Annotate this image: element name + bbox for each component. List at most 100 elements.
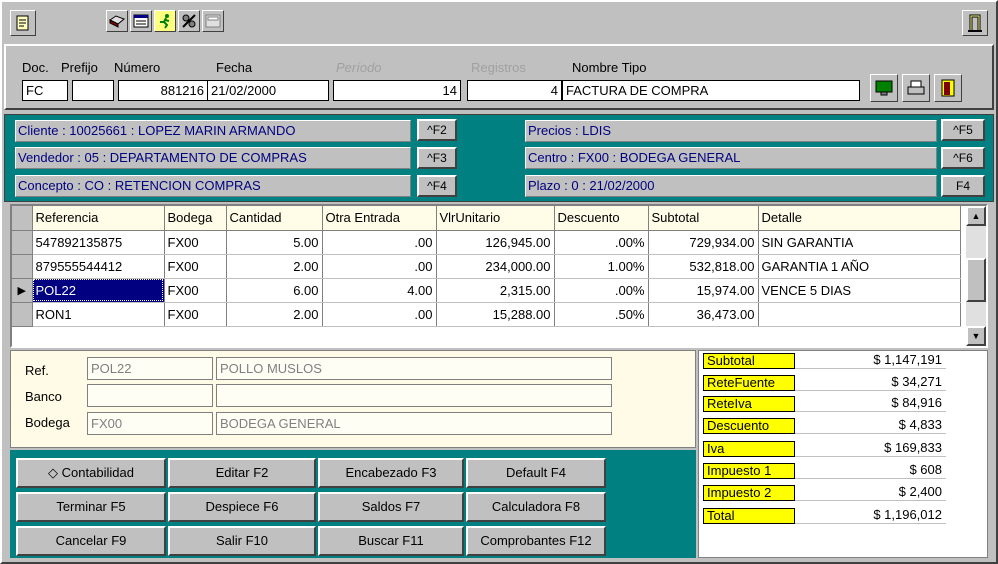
total-label: Subtotal — [703, 353, 795, 369]
f4-plazo-key-button[interactable]: F4 — [941, 175, 985, 197]
cell-descuento[interactable]: .00% — [554, 230, 649, 255]
cell-subtotal[interactable]: 15,974.00 — [648, 278, 759, 303]
cell-otra-entrada[interactable]: 4.00 — [322, 278, 437, 303]
cell-referencia[interactable]: POL22 — [32, 278, 165, 303]
cell-descuento[interactable]: 1.00% — [554, 254, 649, 279]
cell-bodega[interactable]: FX00 — [164, 254, 227, 279]
salir-button[interactable]: Salir F10 — [168, 526, 316, 556]
cell-vlrunitario[interactable]: 234,000.00 — [436, 254, 555, 279]
printer-icon[interactable] — [902, 74, 930, 102]
total-value: $ 608 — [795, 463, 946, 479]
cell-detalle[interactable]: VENCE 5 DIAS — [758, 278, 961, 303]
toolbar — [4, 4, 994, 40]
calculator-icon[interactable] — [202, 10, 224, 32]
registros-field[interactable]: 4 — [467, 80, 562, 101]
f2-key-button[interactable]: ^F2 — [417, 119, 457, 141]
f6-key-button[interactable]: ^F6 — [941, 147, 985, 169]
cell-subtotal[interactable]: 36,473.00 — [648, 302, 759, 327]
f3-key-button[interactable]: ^F3 — [417, 147, 457, 169]
col-header-bodega[interactable]: Bodega — [164, 206, 227, 231]
scroll-down-icon[interactable]: ▼ — [966, 326, 986, 346]
cell-referencia[interactable]: 547892135875 — [32, 230, 165, 255]
run-icon[interactable] — [154, 10, 176, 32]
total-value: $ 84,916 — [795, 396, 946, 412]
editar-button[interactable]: Editar F2 — [168, 458, 316, 488]
cell-cantidad[interactable]: 5.00 — [226, 230, 323, 255]
banco-name-field[interactable] — [216, 384, 612, 407]
col-header-detalle[interactable]: Detalle — [758, 206, 961, 231]
saldos-button[interactable]: Saldos F7 — [318, 492, 464, 522]
cell-otra-entrada[interactable]: .00 — [322, 230, 437, 255]
numero-field[interactable]: 881216 — [118, 80, 208, 101]
despiece-button[interactable]: Despiece F6 — [168, 492, 316, 522]
cell-detalle[interactable] — [758, 302, 961, 327]
cell-vlrunitario[interactable]: 2,315.00 — [436, 278, 555, 303]
tools-icon[interactable] — [178, 10, 200, 32]
total-row-iva: Iva $ 169,833 — [703, 441, 947, 457]
doc-field[interactable]: FC — [22, 80, 68, 101]
banco-code-field[interactable] — [87, 384, 213, 407]
cell-subtotal[interactable]: 729,934.00 — [648, 230, 759, 255]
monitor-icon[interactable] — [870, 74, 898, 102]
col-header-cantidad[interactable]: Cantidad — [226, 206, 323, 231]
ref-code-field[interactable]: POL22 — [87, 357, 213, 380]
table-row[interactable]: RON1 FX00 2.00 .00 15,288.00 .50% 36,473… — [12, 302, 961, 327]
print-icon[interactable] — [106, 10, 128, 32]
default-button[interactable]: Default F4 — [466, 458, 606, 488]
form-icon[interactable] — [130, 10, 152, 32]
scroll-up-icon[interactable]: ▲ — [966, 206, 986, 226]
bodega-code-field[interactable]: FX00 — [87, 412, 213, 435]
col-header-descuento[interactable]: Descuento — [554, 206, 649, 231]
cell-cantidad[interactable]: 6.00 — [226, 278, 323, 303]
row-pointer-icon: ▶ — [12, 278, 33, 303]
scroll-thumb[interactable] — [966, 258, 986, 302]
col-header-subtotal[interactable]: Subtotal — [648, 206, 759, 231]
calculadora-button[interactable]: Calculadora F8 — [466, 492, 606, 522]
cell-vlrunitario[interactable]: 126,945.00 — [436, 230, 555, 255]
fecha-field[interactable]: 21/02/2000 — [207, 80, 329, 101]
terminar-button[interactable]: Terminar F5 — [16, 492, 166, 522]
contabilidad-button[interactable]: ◇ Contabilidad — [16, 458, 166, 488]
total-row-descuento: Descuento $ 4,833 — [703, 418, 947, 434]
cell-vlrunitario[interactable]: 15,288.00 — [436, 302, 555, 327]
col-header-vlrunitario[interactable]: VlrUnitario — [436, 206, 555, 231]
periodo-field[interactable]: 14 — [333, 80, 461, 101]
grid-scrollbar[interactable]: ▲ ▼ — [966, 206, 986, 346]
cell-subtotal[interactable]: 532,818.00 — [648, 254, 759, 279]
table-row-selected[interactable]: ▶ POL22 FX00 6.00 4.00 2,315.00 .00% 15,… — [12, 278, 961, 303]
grid-header-row: Referencia Bodega Cantidad Otra Entrada … — [12, 206, 961, 231]
total-label: Total — [703, 508, 795, 524]
ref-name-field[interactable]: POLLO MUSLOS — [216, 357, 612, 380]
f4-key-button[interactable]: ^F4 — [417, 175, 457, 197]
bodega-name-field[interactable]: BODEGA GENERAL — [216, 412, 612, 435]
col-header-otra-entrada[interactable]: Otra Entrada — [322, 206, 437, 231]
cell-descuento[interactable]: .50% — [554, 302, 649, 327]
nombre-tipo-label: Nombre Tipo — [572, 60, 647, 75]
cell-bodega[interactable]: FX00 — [164, 302, 227, 327]
cell-referencia[interactable]: RON1 — [32, 302, 165, 327]
f5-key-button[interactable]: ^F5 — [941, 119, 985, 141]
cell-descuento[interactable]: .00% — [554, 278, 649, 303]
table-row[interactable]: 547892135875 FX00 5.00 .00 126,945.00 .0… — [12, 230, 961, 255]
cancelar-button[interactable]: Cancelar F9 — [16, 526, 166, 556]
prefijo-field[interactable] — [72, 80, 114, 101]
encabezado-button[interactable]: Encabezado F3 — [318, 458, 464, 488]
exit-door-icon[interactable] — [962, 10, 988, 36]
buscar-button[interactable]: Buscar F11 — [318, 526, 464, 556]
cell-otra-entrada[interactable]: .00 — [322, 302, 437, 327]
exit-icon[interactable] — [934, 74, 962, 102]
cell-cantidad[interactable]: 2.00 — [226, 302, 323, 327]
cell-bodega[interactable]: FX00 — [164, 278, 227, 303]
table-row[interactable]: 879555544412 FX00 2.00 .00 234,000.00 1.… — [12, 254, 961, 279]
comprobantes-button[interactable]: Comprobantes F12 — [466, 526, 606, 556]
cell-referencia[interactable]: 879555544412 — [32, 254, 165, 279]
nombre-tipo-field[interactable]: FACTURA DE COMPRA — [562, 80, 860, 101]
cell-detalle[interactable]: GARANTIA 1 AÑO — [758, 254, 961, 279]
cell-cantidad[interactable]: 2.00 — [226, 254, 323, 279]
cell-bodega[interactable]: FX00 — [164, 230, 227, 255]
col-header-referencia[interactable]: Referencia — [32, 206, 165, 231]
new-document-icon[interactable] — [10, 10, 36, 36]
total-value: $ 1,196,012 — [795, 508, 946, 524]
cell-detalle[interactable]: SIN GARANTIA — [758, 230, 961, 255]
cell-otra-entrada[interactable]: .00 — [322, 254, 437, 279]
